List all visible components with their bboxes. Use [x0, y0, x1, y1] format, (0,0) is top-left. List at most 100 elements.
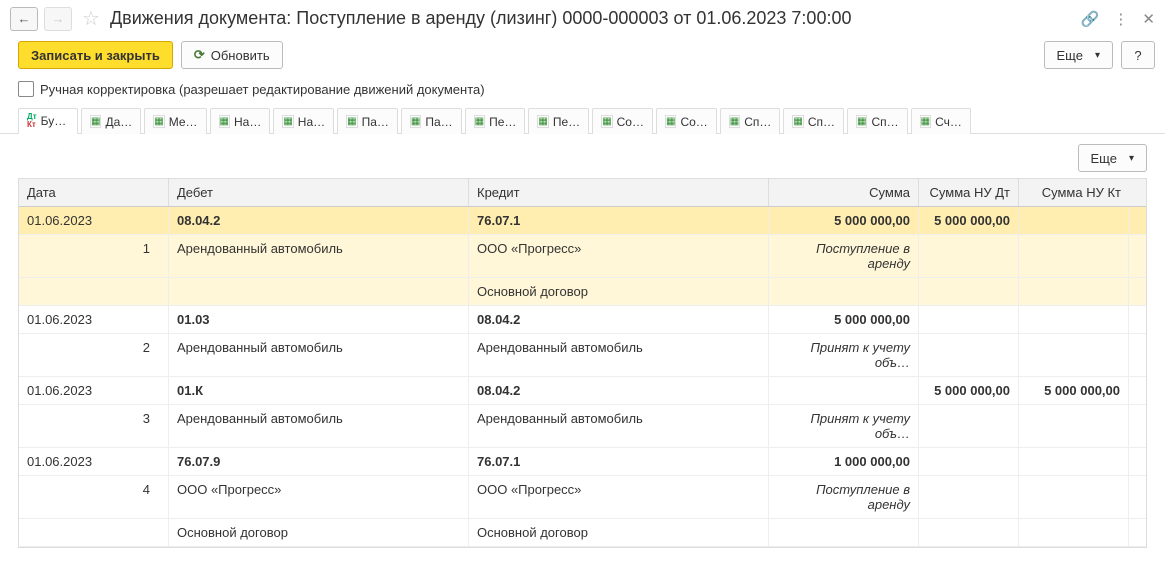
- more-label: Еще: [1057, 48, 1083, 63]
- cell-nud-sub: [919, 334, 1019, 376]
- content-more-button[interactable]: Еще ▾: [1078, 144, 1147, 172]
- cell-credit-acct: 76.07.1: [469, 207, 769, 234]
- cell-debit-sub2: Основной договор: [169, 519, 469, 546]
- tab-13[interactable]: ▦Сп…: [847, 108, 908, 134]
- link-icon[interactable]: 🔗: [1081, 10, 1100, 28]
- favorite-star-icon[interactable]: ☆: [82, 6, 100, 31]
- cell-debit-acct: 76.07.9: [169, 448, 469, 475]
- entry-row-sub2[interactable]: Основной договорОсновной договор: [19, 519, 1146, 547]
- tab-label: Па…: [425, 115, 452, 129]
- tab-10[interactable]: ▦Со…: [656, 108, 717, 134]
- col-header-nuk[interactable]: Сумма НУ Кт: [1019, 179, 1129, 206]
- cell-debit-sub: Арендованный автомобиль: [169, 235, 469, 277]
- cell-nud: 5 000 000,00: [919, 377, 1019, 404]
- cell-sum-note: Поступление в аренду: [769, 235, 919, 277]
- cell-sum-empty: [769, 278, 919, 305]
- entry-row-top[interactable]: 01.06.202301.К08.04.25 000 000,005 000 0…: [19, 377, 1146, 405]
- nav-forward-button[interactable]: →: [44, 7, 72, 31]
- cell-nuk: 5 000 000,00: [1019, 377, 1129, 404]
- tab-14[interactable]: ▦Сч…: [911, 108, 971, 134]
- col-header-debit[interactable]: Дебет: [169, 179, 469, 206]
- col-header-nud[interactable]: Сумма НУ Дт: [919, 179, 1019, 206]
- entry-row-top[interactable]: 01.06.202301.0308.04.25 000 000,00: [19, 306, 1146, 334]
- more-button[interactable]: Еще ▾: [1044, 41, 1113, 69]
- cell-nud-empty: [919, 519, 1019, 546]
- kebab-menu-icon[interactable]: ⋮: [1113, 10, 1128, 28]
- entry-row-top[interactable]: 01.06.202308.04.276.07.15 000 000,005 00…: [19, 207, 1146, 235]
- entry-row-top[interactable]: 01.06.202376.07.976.07.11 000 000,00: [19, 448, 1146, 476]
- cell-nuk: [1019, 448, 1129, 475]
- tab-label: Сч…: [935, 115, 962, 129]
- grid-icon: ▦: [219, 115, 230, 128]
- cell-debit-acct: 01.03: [169, 306, 469, 333]
- dtk-icon: ДтКт: [27, 113, 37, 129]
- close-icon[interactable]: ✕: [1142, 10, 1155, 28]
- tab-3[interactable]: ▦ На…: [210, 108, 271, 134]
- entry-row-sub[interactable]: 4ООО «Прогресс»ООО «Прогресс»Поступление…: [19, 476, 1146, 519]
- window-title: Движения документа: Поступление в аренду…: [110, 8, 1075, 29]
- tab-label: На…: [298, 115, 325, 129]
- col-header-date[interactable]: Дата: [19, 179, 169, 206]
- cell-nuk-sub: [1019, 235, 1129, 277]
- cell-sum-note: Принят к учету объ…: [769, 334, 919, 376]
- cell-sum: 1 000 000,00: [769, 448, 919, 475]
- cell-debit-acct: 08.04.2: [169, 207, 469, 234]
- col-header-sum[interactable]: Сумма: [769, 179, 919, 206]
- entry-row-sub[interactable]: 1Арендованный автомобильООО «Прогресс»По…: [19, 235, 1146, 278]
- grid-icon: ▦: [153, 115, 164, 128]
- cell-index: 2: [19, 334, 169, 376]
- tab-label: Со…: [680, 115, 707, 129]
- entry-row-sub[interactable]: 2Арендованный автомобильАрендованный авт…: [19, 334, 1146, 377]
- grid-icon: ▦: [792, 115, 803, 128]
- tab-8[interactable]: ▦Пе…: [528, 108, 589, 134]
- help-label: ?: [1134, 48, 1141, 63]
- cell-credit-acct: 08.04.2: [469, 377, 769, 404]
- tab-label: Сп…: [744, 115, 771, 129]
- tab-label: На…: [234, 115, 261, 129]
- accounting-grid: Дата Дебет Кредит Сумма Сумма НУ Дт Сумм…: [18, 178, 1147, 548]
- cell-debit-sub2: [169, 278, 469, 305]
- tab-7[interactable]: ▦Пе…: [465, 108, 526, 134]
- tab-4[interactable]: ▦ На…: [273, 108, 334, 134]
- tab-label: Па…: [362, 115, 389, 129]
- tab-9[interactable]: ▦Со…: [592, 108, 653, 134]
- cell-date: 01.06.2023: [19, 207, 169, 234]
- save-close-button[interactable]: Записать и закрыть: [18, 41, 173, 69]
- tab-2[interactable]: ▦Ме…: [144, 108, 206, 134]
- cell-nud: [919, 306, 1019, 333]
- tab-label: Со…: [617, 115, 644, 129]
- grid-icon: ▦: [346, 115, 357, 128]
- tab-6[interactable]: ▦ Па…: [401, 108, 462, 134]
- cell-nuk-empty: [1019, 278, 1129, 305]
- tab-5[interactable]: ▦ Па…: [337, 108, 398, 134]
- manual-edit-checkbox[interactable]: [18, 81, 34, 97]
- cell-nud-sub: [919, 235, 1019, 277]
- col-header-credit[interactable]: Кредит: [469, 179, 769, 206]
- cell-nuk-sub: [1019, 334, 1129, 376]
- cell-credit-acct: 08.04.2: [469, 306, 769, 333]
- cell-date: 01.06.2023: [19, 377, 169, 404]
- chevron-down-icon: ▾: [1129, 153, 1134, 164]
- help-button[interactable]: ?: [1121, 41, 1155, 69]
- manual-edit-label: Ручная корректировка (разрешает редактир…: [40, 82, 485, 97]
- grid-icon: ▦: [282, 115, 293, 128]
- cell-debit-sub: Арендованный автомобиль: [169, 334, 469, 376]
- tab-label: Бу…: [41, 114, 67, 128]
- cell-sum: [769, 377, 919, 404]
- tab-12[interactable]: ▦Сп…: [783, 108, 844, 134]
- tab-1[interactable]: ▦Да…: [81, 108, 141, 134]
- tab-11[interactable]: ▦ Сп…: [720, 108, 781, 134]
- tab-label: Пе…: [553, 115, 580, 129]
- tab-label: Сп…: [871, 115, 898, 129]
- grid-icon: ▦: [410, 115, 421, 128]
- refresh-label: Обновить: [211, 48, 270, 63]
- cell-index: 3: [19, 405, 169, 447]
- cell-credit-acct: 76.07.1: [469, 448, 769, 475]
- entry-row-sub[interactable]: 3Арендованный автомобильАрендованный авт…: [19, 405, 1146, 448]
- refresh-button[interactable]: ⟳ Обновить: [181, 41, 283, 69]
- grid-icon: ▦: [729, 115, 740, 128]
- nav-back-button[interactable]: ←: [10, 7, 38, 31]
- entry-row-sub2[interactable]: Основной договор: [19, 278, 1146, 306]
- cell-nud: [919, 448, 1019, 475]
- tab-0[interactable]: ДтКт Бу…: [18, 108, 78, 134]
